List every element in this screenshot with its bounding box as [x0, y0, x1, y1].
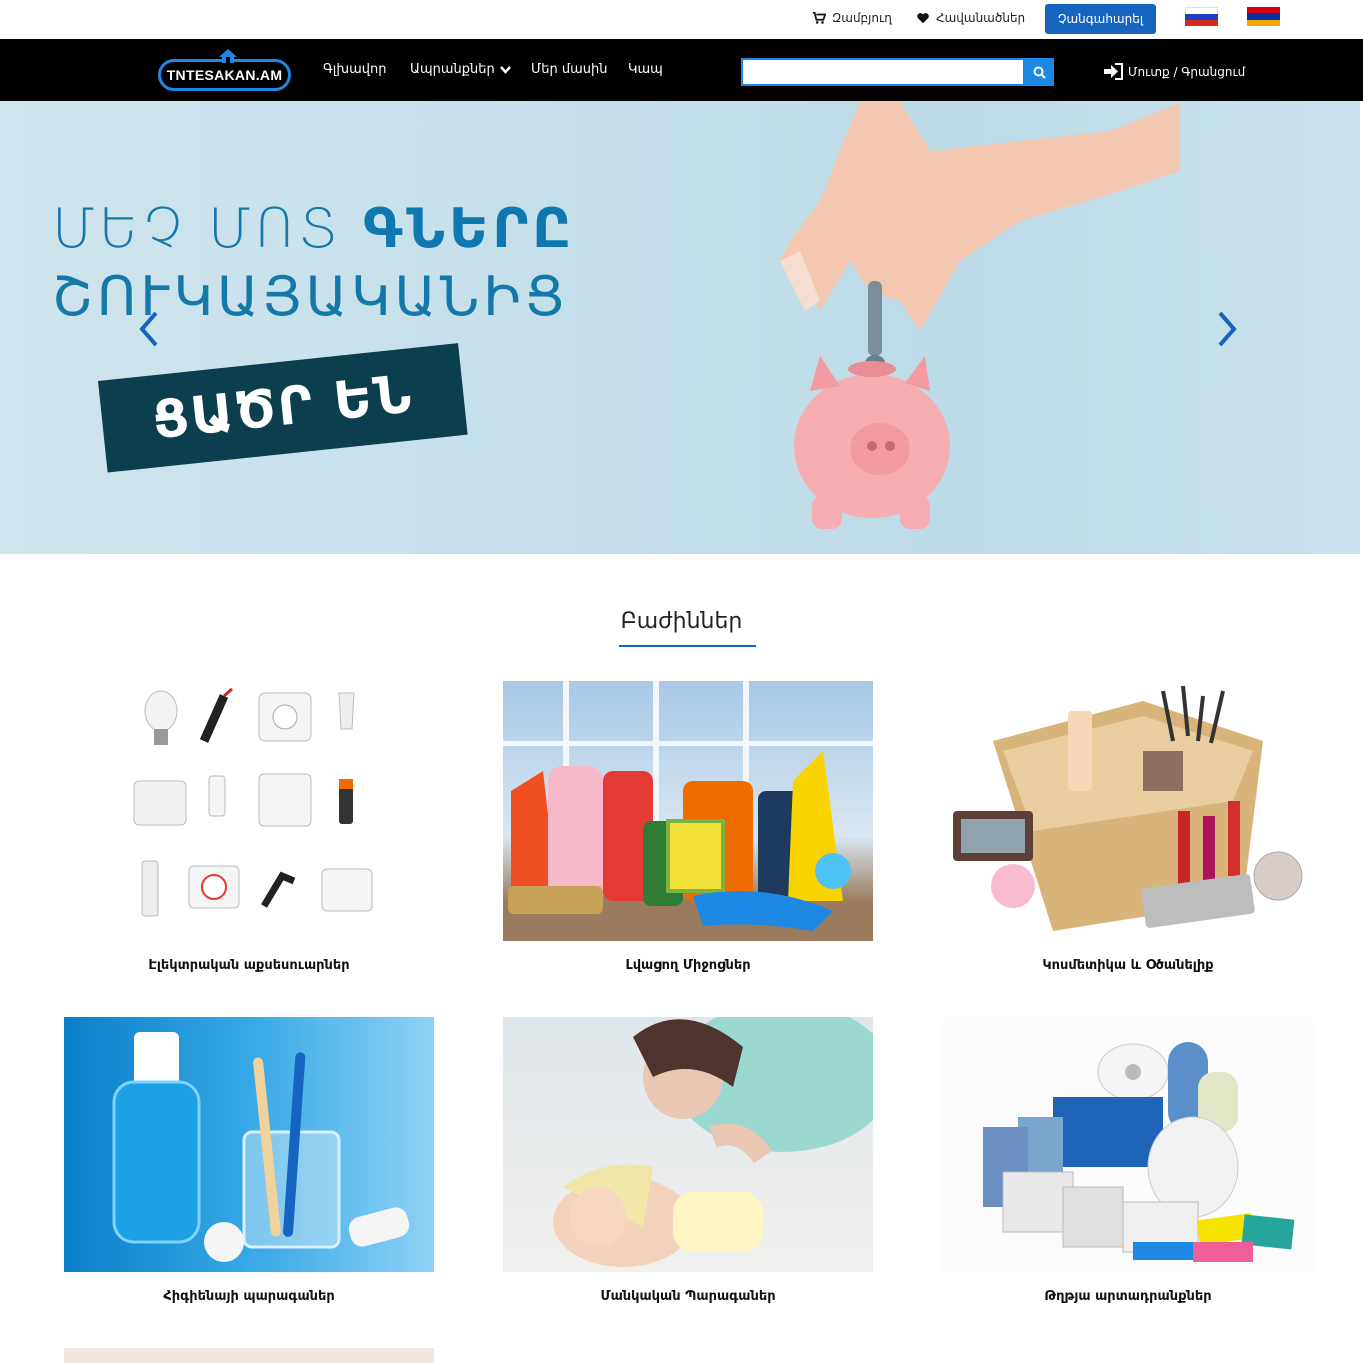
main-navbar: TNTESAKAN.AM Գլխավոր Ապրանքներ Մեր մասին…	[0, 39, 1363, 101]
login-label: Մուտք / Գրանցում	[1128, 64, 1246, 79]
heart-icon	[917, 13, 929, 24]
carousel-next-button[interactable]	[1212, 309, 1242, 349]
baby-products-image	[553, 1017, 873, 1267]
nav-item-label: Գլխավոր	[323, 62, 387, 77]
cart-label: Զամբյուղ	[832, 11, 892, 25]
hero-banner-text: ՑԱԾՐ ԵՆ	[149, 364, 416, 452]
russian-flag-icon[interactable]	[1185, 7, 1218, 26]
category-card-electrical[interactable]: Էլեկտրական աքսեսուարներ	[64, 681, 434, 973]
category-label: Հիգիենայի պարագաներ	[163, 1289, 335, 1304]
favorites-link[interactable]: Հավանածներ	[916, 11, 1025, 25]
hero-banner: ՑԱԾՐ ԵՆ	[98, 343, 468, 473]
search-box	[741, 58, 1025, 86]
nav-item-contact[interactable]: Կապ	[628, 62, 663, 77]
hero-headline-1: ՄԵՉ ՄՈՏ ԳՆԵՐԸ	[52, 197, 575, 260]
category-card-paper[interactable]: Թղթյա արտադրանքներ	[943, 1017, 1313, 1304]
sign-in-icon	[1104, 63, 1123, 80]
chevron-down-icon	[499, 65, 511, 74]
site-logo[interactable]: TNTESAKAN.AM	[158, 49, 291, 91]
category-card-baby[interactable]: Մանկական Պարագաներ	[503, 1017, 873, 1304]
category-label: Էլեկտրական աքսեսուարներ	[148, 958, 350, 973]
category-image	[943, 681, 1313, 941]
cart-link[interactable]: Զամբյուղ	[812, 11, 892, 25]
top-bar: Զամբյուղ Հավանածներ Չանգահարել	[0, 0, 1363, 39]
category-card-partial[interactable]	[64, 1348, 434, 1363]
search-input[interactable]	[743, 60, 1023, 84]
hygiene-image	[112, 1032, 410, 1262]
nav-item-products[interactable]: Ապրանքներ	[410, 62, 511, 77]
nav-item-about[interactable]: Մեր մասին	[531, 62, 608, 77]
category-label: Մանկական Պարագաներ	[600, 1289, 776, 1304]
nav-item-home[interactable]: Գլխավոր	[323, 62, 386, 77]
hero-headline-bold: ԳՆԵՐԸ	[363, 197, 576, 260]
electrical-accessories-image	[133, 687, 373, 917]
logo-text: TNTESAKAN.AM	[166, 67, 283, 83]
cosmetics-image	[953, 685, 1303, 931]
section-title-underline	[619, 645, 756, 647]
login-link[interactable]: Մուտք / Գրանցում	[1103, 63, 1245, 80]
paper-products-image	[983, 1042, 1295, 1262]
armenian-flag-icon[interactable]	[1247, 7, 1280, 26]
hero-headline-regular: ՄԵՉ ՄՈՏ	[52, 197, 364, 260]
section-title: Բաժիններ	[620, 609, 743, 634]
cart-icon	[812, 11, 826, 24]
detergents-image	[503, 681, 873, 931]
category-label: Կոսմետիկա և Օծանելիք	[1042, 958, 1214, 973]
category-card-hygiene[interactable]: Հիգիենայի պարագաներ	[64, 1017, 434, 1304]
category-image	[64, 681, 434, 941]
hero-carousel: ՄԵՉ ՄՈՏ ԳՆԵՐԸ ՇՈՒԿԱՅԱԿԱՆԻՑ ՑԱԾՐ ԵՆ	[0, 101, 1360, 554]
piggy-bank-illustration	[780, 101, 1180, 529]
category-card-detergents[interactable]: Լվացող Միջոցներ	[503, 681, 873, 973]
category-label: Լվացող Միջոցներ	[625, 958, 751, 973]
favorites-label: Հավանածներ	[936, 11, 1026, 25]
nav-item-label: Ապրանքներ	[410, 62, 495, 77]
call-button[interactable]: Չանգահարել	[1045, 4, 1156, 34]
nav-item-label: Կապ	[628, 62, 663, 77]
category-image	[503, 681, 873, 941]
carousel-prev-button[interactable]	[134, 309, 164, 349]
category-label: Թղթյա արտադրանքներ	[1044, 1289, 1212, 1304]
house-icon	[219, 49, 237, 63]
category-image	[943, 1017, 1313, 1272]
category-image	[503, 1017, 873, 1272]
search-icon	[1033, 66, 1046, 79]
category-image	[64, 1017, 434, 1272]
nav-item-label: Մեր մասին	[531, 62, 608, 77]
hero-headline-2: ՇՈՒԿԱՅԱԿԱՆԻՑ	[52, 265, 569, 328]
search-button[interactable]	[1025, 58, 1054, 86]
category-card-cosmetics[interactable]: Կոսմետիկա և Օծանելիք	[943, 681, 1313, 973]
